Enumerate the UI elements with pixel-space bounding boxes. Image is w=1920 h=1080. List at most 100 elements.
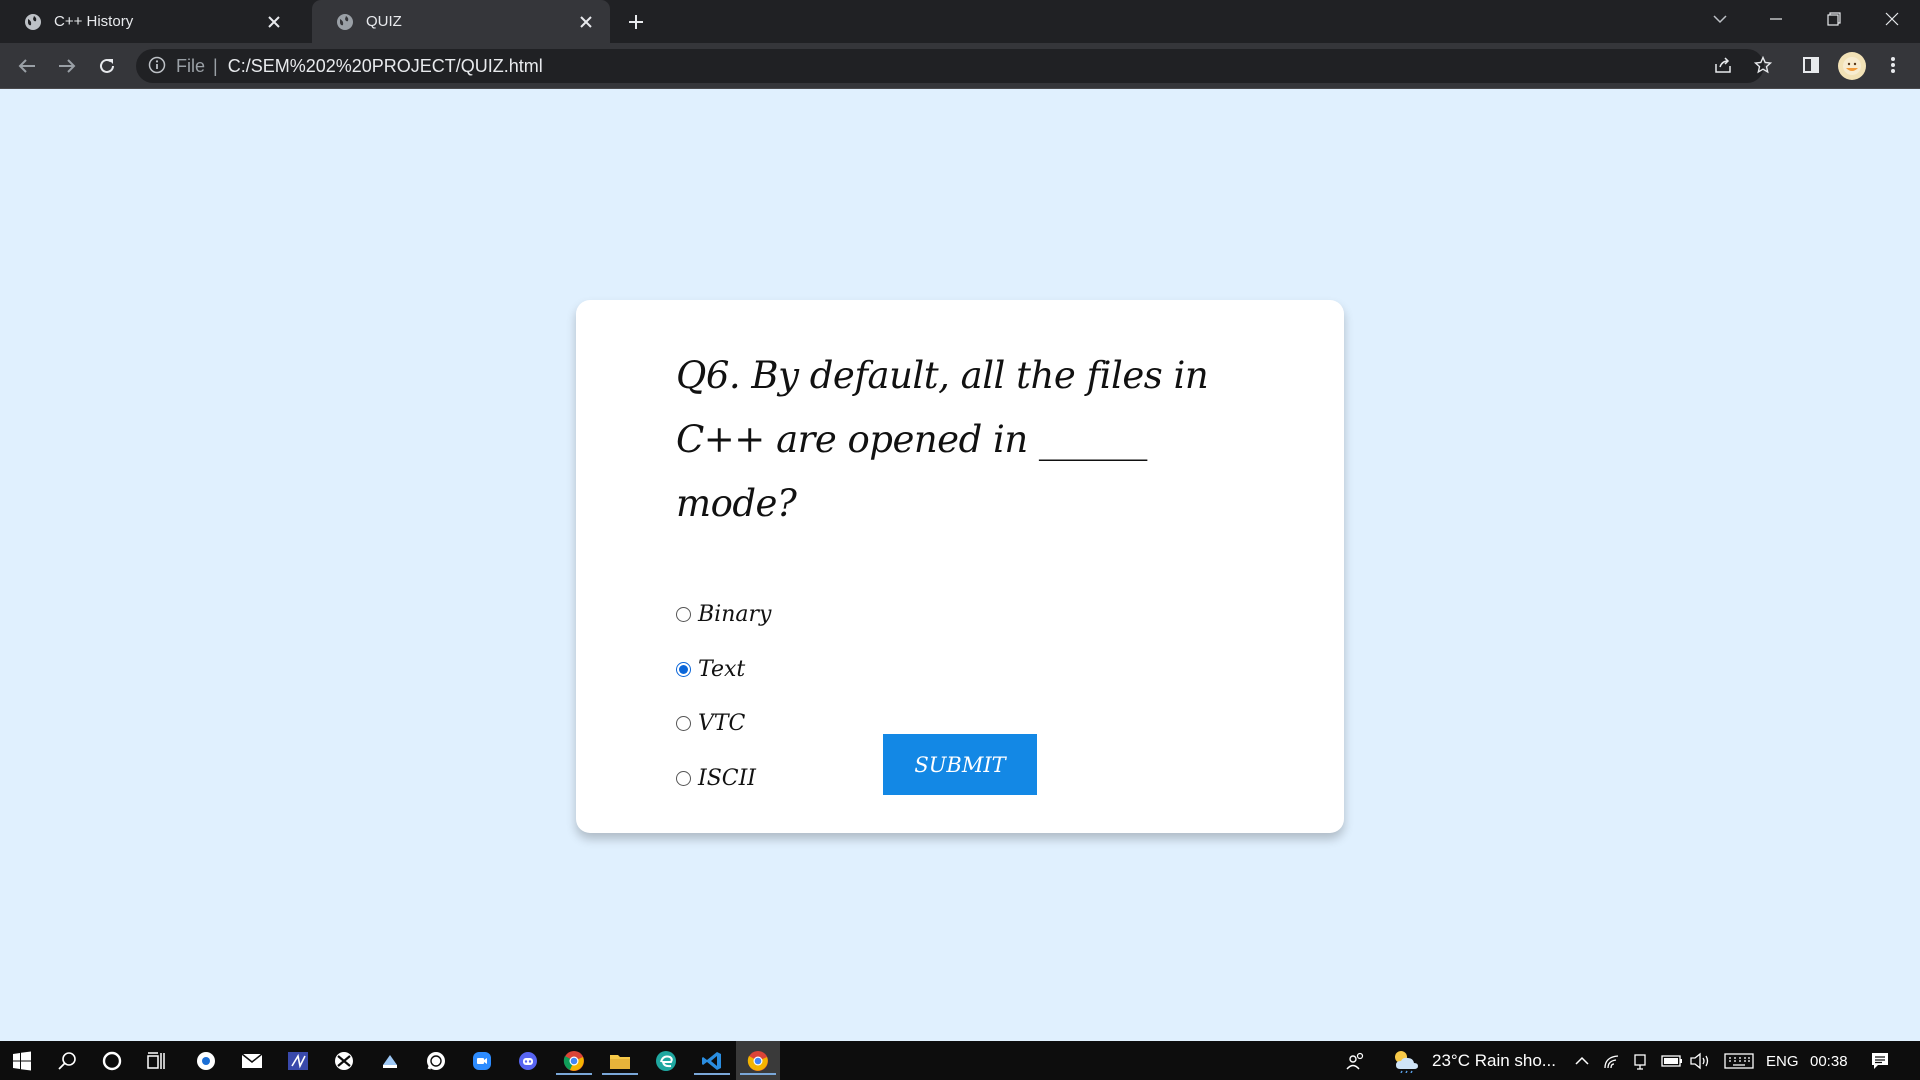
plus-icon (629, 15, 643, 29)
quiz-card: Q6. By default, all the files in C++ are… (576, 300, 1344, 833)
search-icon (58, 1052, 76, 1070)
app-square-icon (288, 1052, 308, 1070)
option-vtc[interactable]: VTC (676, 711, 745, 736)
wifi-icon (1604, 1055, 1619, 1069)
app-arrow-icon (383, 1055, 397, 1068)
side-panel-button[interactable] (1796, 50, 1826, 80)
profile-avatar[interactable] (1838, 52, 1866, 80)
reload-button[interactable] (92, 51, 122, 81)
whatsapp-icon (427, 1052, 445, 1070)
globe-icon (336, 13, 354, 31)
star-icon (1754, 56, 1772, 74)
chevron-down-icon (1713, 15, 1727, 24)
notification-icon (1872, 1053, 1888, 1069)
people-button[interactable] (1342, 1047, 1370, 1075)
minimize-button[interactable] (1748, 0, 1804, 38)
app-circle-icon (197, 1052, 215, 1070)
close-window-button[interactable] (1864, 0, 1920, 38)
tab-strip: C++ History QUIZ (0, 0, 1920, 43)
radio-button[interactable] (676, 771, 691, 786)
usb-button[interactable] (1626, 1047, 1654, 1075)
option-label: ISCII (698, 766, 756, 791)
battery-icon (1661, 1055, 1682, 1067)
discord-icon (519, 1052, 537, 1070)
xbox-icon (335, 1052, 353, 1070)
windows-logo-icon (13, 1051, 31, 1071)
language-indicator[interactable]: ENG (1766, 1053, 1799, 1070)
clock[interactable]: 00:38 (1810, 1053, 1848, 1070)
notification-center-button[interactable] (1866, 1047, 1894, 1075)
cortana-icon (102, 1051, 122, 1071)
address-bar[interactable]: File | C:/SEM%202%20PROJECT/QUIZ.html (136, 49, 1764, 83)
option-label: Binary (698, 602, 772, 627)
option-iscii[interactable]: ISCII (676, 766, 756, 791)
radio-button[interactable] (676, 716, 691, 731)
task-view-button[interactable] (143, 1047, 171, 1075)
weather-icon[interactable] (1392, 1047, 1420, 1075)
taskbar-app-5[interactable] (376, 1047, 404, 1075)
address-scheme: File (176, 55, 206, 76)
task-view-icon (147, 1052, 165, 1069)
option-label: VTC (698, 711, 746, 736)
restore-button[interactable] (1806, 0, 1862, 38)
restore-icon (1827, 12, 1841, 26)
network-button[interactable] (1598, 1047, 1626, 1075)
reload-icon (100, 58, 114, 73)
taskbar-zoom[interactable] (468, 1047, 496, 1075)
close-icon[interactable] (264, 12, 284, 32)
taskbar-whatsapp[interactable] (422, 1047, 450, 1075)
menu-button[interactable] (1878, 50, 1908, 80)
tab-quiz[interactable]: QUIZ (312, 0, 610, 43)
taskbar-app-1[interactable] (192, 1047, 220, 1075)
taskbar-discord[interactable] (514, 1047, 542, 1075)
submit-button[interactable]: SUBMIT (883, 734, 1037, 795)
taskbar-app-3[interactable] (284, 1047, 312, 1075)
weather-text[interactable]: 23°C Rain sho... (1432, 1051, 1556, 1071)
taskbar-chrome[interactable] (556, 1047, 592, 1075)
new-tab-button[interactable] (622, 8, 650, 36)
zoom-icon (473, 1052, 491, 1070)
battery-button[interactable] (1658, 1047, 1686, 1075)
show-hidden-icons-button[interactable] (1568, 1047, 1596, 1075)
active-indicator (556, 1073, 592, 1075)
keyboard-button[interactable] (1722, 1047, 1756, 1075)
arrow-left-icon (18, 59, 35, 73)
edge-icon (656, 1051, 676, 1071)
search-button[interactable] (53, 1047, 81, 1075)
close-icon[interactable] (576, 12, 596, 32)
device-icon (1634, 1054, 1646, 1070)
question-text: Q6. By default, all the files in C++ are… (676, 354, 1209, 525)
taskbar-vscode[interactable] (694, 1047, 730, 1075)
volume-button[interactable] (1686, 1047, 1714, 1075)
tab-title: C++ History (54, 13, 134, 30)
taskbar-edge[interactable] (652, 1047, 680, 1075)
more-vertical-icon (1891, 57, 1895, 73)
taskbar-mail[interactable] (238, 1047, 266, 1075)
windows-taskbar: 23°C Rain sho... ENG 00:38 (0, 1041, 1920, 1080)
speaker-icon (1690, 1052, 1709, 1070)
bookmark-button[interactable] (1748, 50, 1778, 80)
option-text[interactable]: Text (676, 657, 745, 682)
tab-cpp-history[interactable]: C++ History (0, 0, 298, 43)
taskbar-chrome-active[interactable] (740, 1047, 776, 1075)
taskbar-xbox[interactable] (330, 1047, 358, 1075)
option-binary[interactable]: Binary (676, 602, 771, 627)
info-icon[interactable] (148, 56, 168, 76)
taskbar-file-explorer[interactable] (602, 1047, 638, 1075)
start-button[interactable] (8, 1047, 36, 1075)
address-url: C:/SEM%202%20PROJECT/QUIZ.html (227, 55, 543, 76)
chrome-icon (563, 1051, 584, 1071)
back-button[interactable] (12, 51, 42, 81)
share-button[interactable] (1708, 50, 1738, 80)
browser-toolbar: File | C:/SEM%202%20PROJECT/QUIZ.html (0, 43, 1920, 89)
radio-button[interactable] (676, 662, 691, 677)
tab-title: QUIZ (366, 13, 402, 30)
chrome-icon (747, 1051, 768, 1071)
minimize-icon (1770, 18, 1782, 20)
radio-button[interactable] (676, 607, 691, 622)
mail-icon (241, 1053, 263, 1068)
forward-button[interactable] (52, 51, 82, 81)
cortana-button[interactable] (98, 1047, 126, 1075)
chevron-up-icon (1575, 1056, 1589, 1065)
tab-search-button[interactable] (1692, 0, 1748, 38)
